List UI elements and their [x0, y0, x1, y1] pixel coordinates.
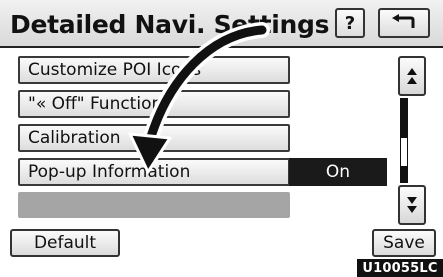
- figure-code: U10055LC: [357, 259, 443, 277]
- menu-item-label: "« Off" Function: [28, 94, 163, 114]
- menu-item-empty: [18, 192, 290, 218]
- scrollbar-thumb[interactable]: [401, 138, 407, 166]
- default-button[interactable]: Default: [10, 229, 120, 257]
- save-button-label: Save: [383, 233, 425, 253]
- scroll-up-icon: [407, 68, 417, 84]
- back-button[interactable]: [378, 8, 430, 38]
- help-label: ?: [344, 12, 356, 34]
- setting-value: On: [325, 162, 351, 182]
- default-button-label: Default: [33, 233, 97, 253]
- scroll-down-icon: [407, 197, 417, 213]
- menu-item-label: Calibration: [28, 128, 121, 148]
- scroll-up-button[interactable]: [398, 56, 426, 96]
- menu-item-label: Customize POI Icons: [28, 60, 202, 80]
- back-arrow-icon: [392, 14, 415, 28]
- scrollbar-track[interactable]: [400, 98, 408, 183]
- menu-item-pop-up-information[interactable]: Pop-up Information: [18, 158, 290, 186]
- help-button[interactable]: ?: [335, 8, 365, 38]
- page-title: Detailed Navi. Settings: [10, 10, 330, 39]
- menu-item-label: Pop-up Information: [28, 162, 191, 182]
- menu-item-customize-poi-icons[interactable]: Customize POI Icons: [18, 56, 290, 84]
- pop-up-information-value: On: [289, 158, 387, 186]
- menu-item-calibration[interactable]: Calibration: [18, 124, 290, 152]
- scroll-down-button[interactable]: [398, 185, 426, 225]
- save-button[interactable]: Save: [372, 229, 436, 257]
- menu-item-off-function[interactable]: "« Off" Function: [18, 90, 290, 118]
